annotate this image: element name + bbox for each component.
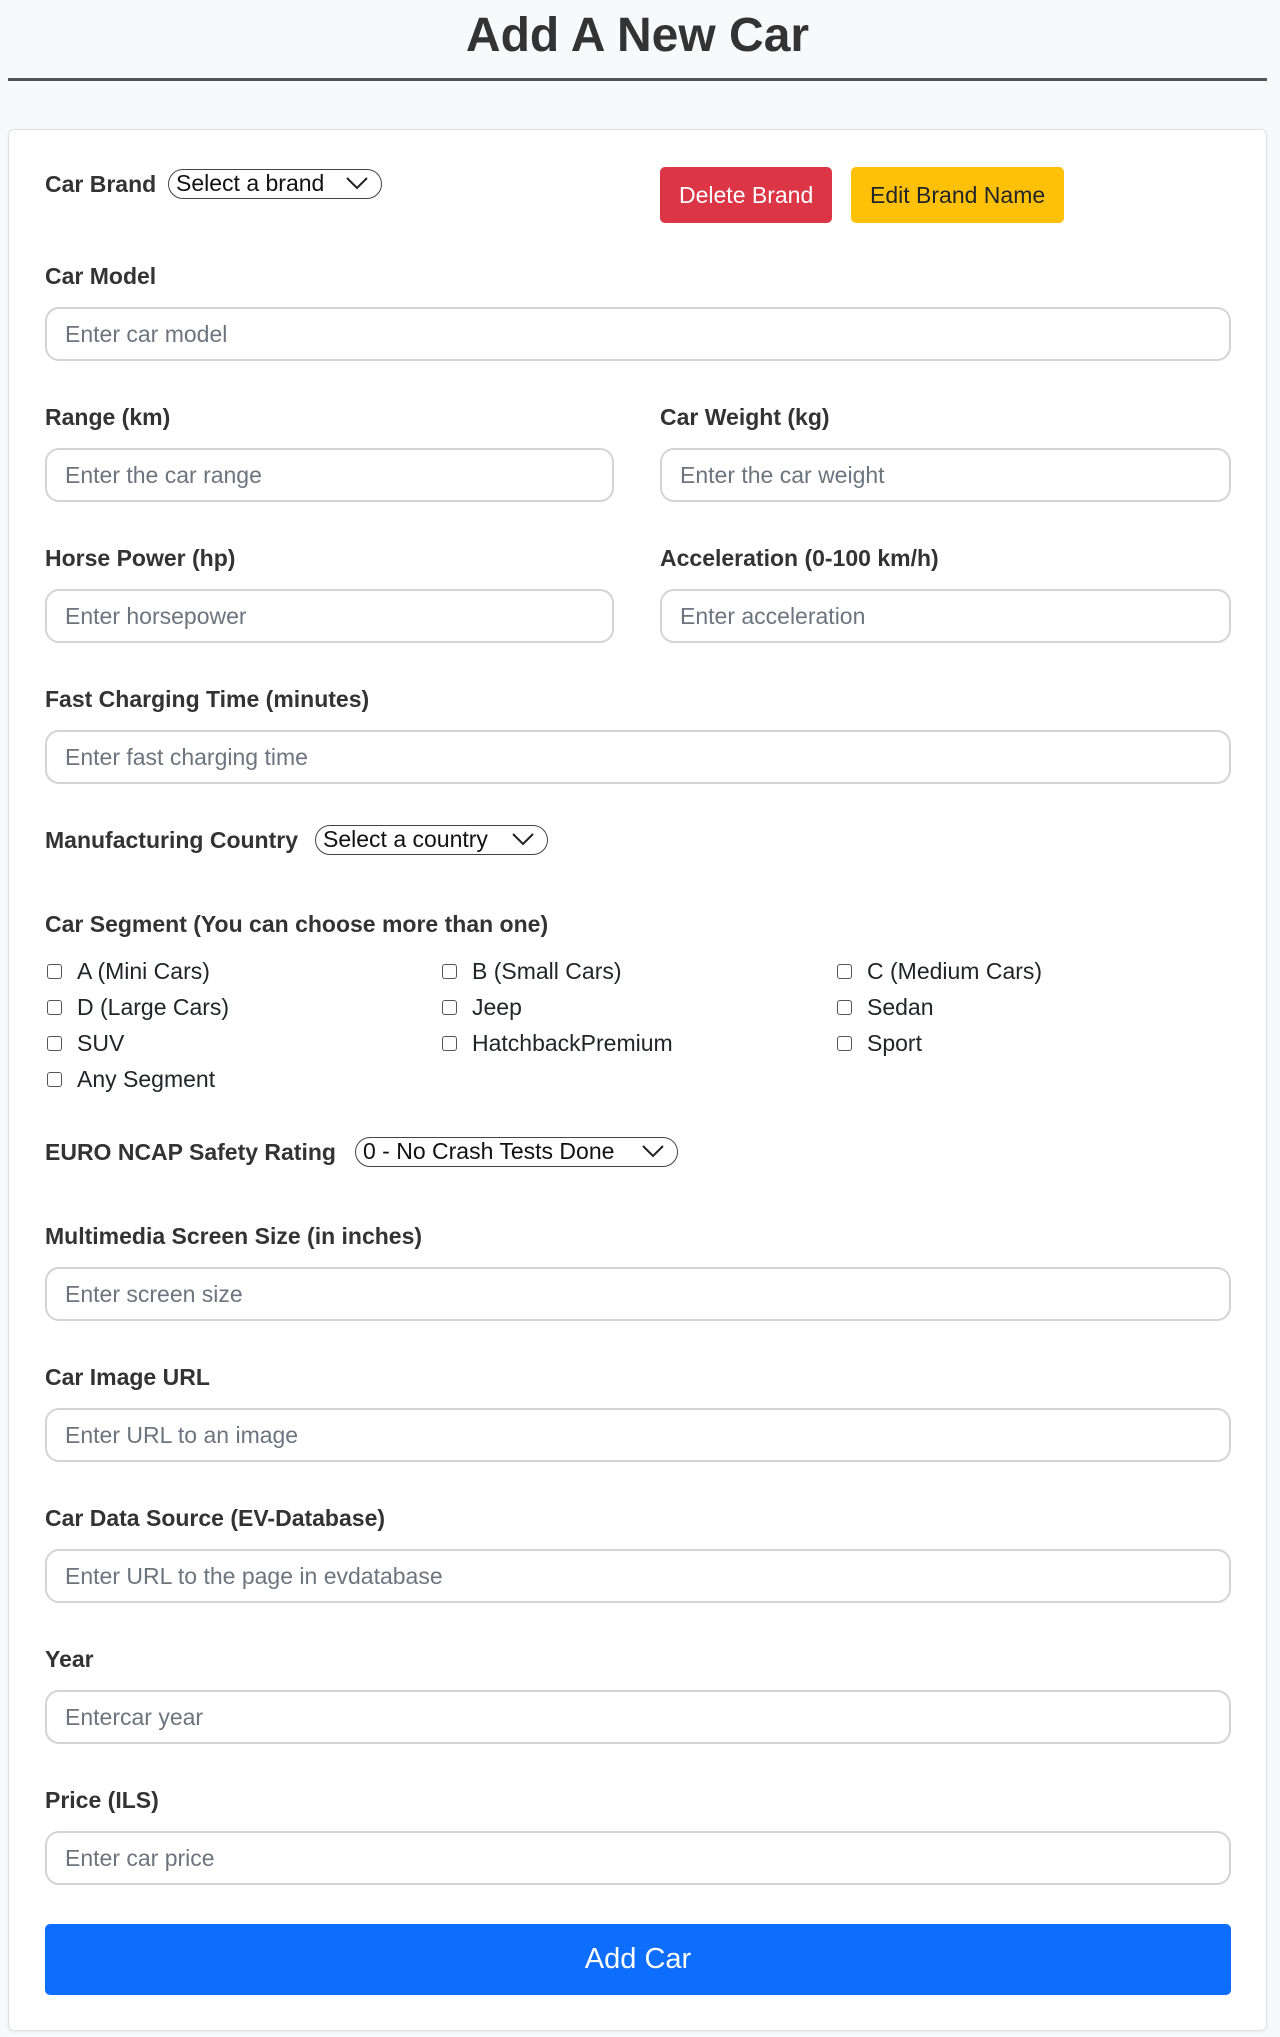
screen-size-input[interactable] <box>45 1267 1231 1321</box>
safety-rating-label: EURO NCAP Safety Rating <box>45 1139 336 1165</box>
car-brand-label: Car Brand <box>45 171 157 197</box>
price-input[interactable] <box>45 1831 1231 1885</box>
segment-option-a[interactable]: A (Mini Cars) <box>47 956 210 986</box>
segment-option-jeep[interactable]: Jeep <box>442 992 522 1022</box>
horsepower-label: Horse Power (hp) <box>45 545 236 571</box>
edit-brand-name-button[interactable]: Edit Brand Name <box>851 167 1065 223</box>
segment-option-hatchbackpremium[interactable]: HatchbackPremium <box>442 1028 673 1058</box>
add-car-button[interactable]: Add Car <box>45 1924 1231 1995</box>
checkbox[interactable] <box>442 999 457 1015</box>
page-title: Add A New Car <box>465 9 810 62</box>
add-car-form: Car Brand Select a brand Delete Brand Ed… <box>8 129 1267 2031</box>
car-data-source-input[interactable] <box>45 1549 1231 1603</box>
car-weight-label: Car Weight (kg) <box>660 404 830 430</box>
country-select-value: Select a country <box>323 826 488 852</box>
fast-charging-input[interactable] <box>45 730 1231 784</box>
car-image-url-label: Car Image URL <box>45 1364 210 1390</box>
checkbox[interactable] <box>837 1035 852 1051</box>
car-brand-select[interactable]: Select a brand <box>168 169 382 199</box>
year-label: Year <box>45 1646 94 1672</box>
car-model-input[interactable] <box>45 307 1231 361</box>
manufacturing-country-select[interactable]: Select a country <box>315 825 548 855</box>
segment-option-label: B (Small Cars) <box>472 957 622 984</box>
segment-option-label: Sport <box>867 1029 922 1056</box>
segment-option-suv[interactable]: SUV <box>47 1028 124 1058</box>
year-input[interactable] <box>45 1690 1231 1744</box>
car-image-url-input[interactable] <box>45 1408 1231 1462</box>
segment-option-label: Jeep <box>472 993 522 1020</box>
screen-size-label: Multimedia Screen Size (in inches) <box>45 1223 423 1249</box>
segment-option-c[interactable]: C (Medium Cars) <box>837 956 1042 986</box>
price-label: Price (ILS) <box>45 1787 159 1813</box>
checkbox[interactable] <box>837 963 852 979</box>
safety-rating-select-value: 0 - No Crash Tests Done <box>363 1138 615 1164</box>
manufacturing-country-label: Manufacturing Country <box>45 827 298 853</box>
car-model-label: Car Model <box>45 263 157 289</box>
chevron-down-icon <box>642 1145 664 1158</box>
range-label: Range (km) <box>45 404 171 430</box>
checkbox[interactable] <box>47 999 62 1015</box>
segment-option-label: D (Large Cars) <box>77 993 230 1020</box>
segment-option-label: Sedan <box>867 993 934 1020</box>
chevron-down-icon <box>512 833 534 846</box>
segment-option-label: C (Medium Cars) <box>867 957 1043 984</box>
segment-option-sedan[interactable]: Sedan <box>837 992 934 1022</box>
segment-option-label: Any Segment <box>77 1065 216 1092</box>
range-input[interactable] <box>45 448 614 502</box>
delete-brand-button[interactable]: Delete Brand <box>660 167 833 223</box>
car-data-source-label: Car Data Source (EV-Database) <box>45 1505 386 1531</box>
car-brand-select-value: Select a brand <box>176 170 325 196</box>
checkbox[interactable] <box>837 999 852 1015</box>
car-segment-label: Car Segment (You can choose more than on… <box>45 911 549 937</box>
segment-option-sport[interactable]: Sport <box>837 1028 922 1058</box>
segment-option-any[interactable]: Any Segment <box>47 1064 215 1094</box>
fast-charging-label: Fast Charging Time (minutes) <box>45 686 370 712</box>
horsepower-input[interactable] <box>45 589 614 643</box>
chevron-down-icon <box>346 177 368 190</box>
checkbox[interactable] <box>442 963 457 979</box>
checkbox[interactable] <box>47 1071 62 1087</box>
title-divider <box>8 78 1267 81</box>
segment-option-d[interactable]: D (Large Cars) <box>47 992 229 1022</box>
safety-rating-select[interactable]: 0 - No Crash Tests Done <box>355 1137 678 1167</box>
acceleration-label: Acceleration (0-100 km/h) <box>660 545 939 571</box>
acceleration-input[interactable] <box>660 589 1231 643</box>
segment-option-b[interactable]: B (Small Cars) <box>442 956 622 986</box>
checkbox[interactable] <box>47 1035 62 1051</box>
segment-option-label: SUV <box>77 1029 125 1056</box>
segment-option-label: HatchbackPremium <box>472 1029 673 1056</box>
checkbox[interactable] <box>442 1035 457 1051</box>
car-weight-input[interactable] <box>660 448 1231 502</box>
segment-option-label: A (Mini Cars) <box>77 957 210 984</box>
checkbox[interactable] <box>47 963 62 979</box>
